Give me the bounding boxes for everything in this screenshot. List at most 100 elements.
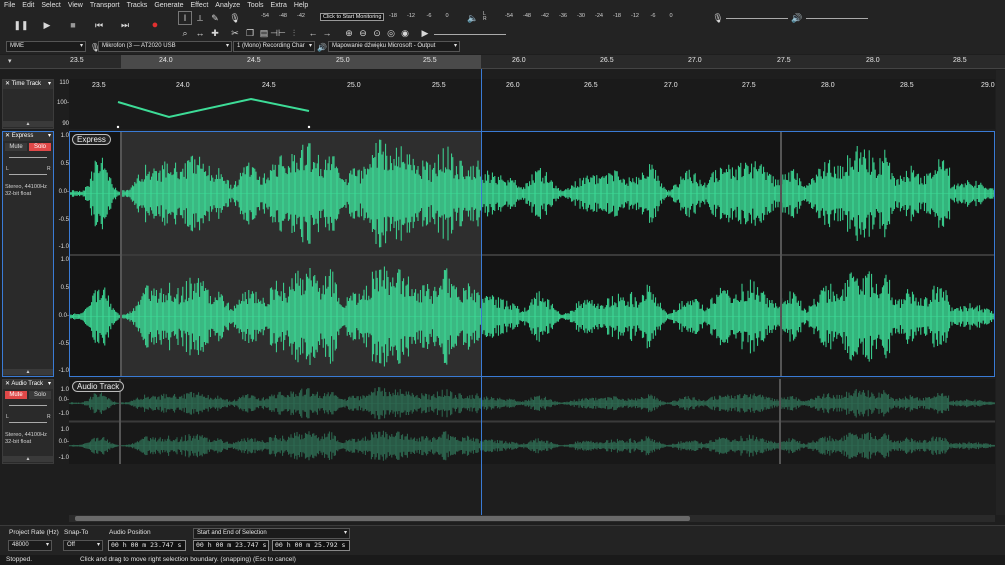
silence-icon[interactable]: ⫶ <box>287 26 301 40</box>
playback-volume-slider[interactable] <box>806 18 868 19</box>
gain-slider[interactable] <box>9 405 47 406</box>
playback-device-select[interactable]: Mapowanie dźwięku Microsoft - Output ▾ <box>328 41 460 52</box>
menu-select[interactable]: Select <box>37 2 63 9</box>
mute-button[interactable]: Mute <box>5 143 27 151</box>
paste-icon[interactable]: ▤ <box>257 26 271 40</box>
menu-effect[interactable]: Effect <box>187 2 212 9</box>
time-track-tick: 25.0 <box>347 82 361 89</box>
track-bitdepth: 32-bit float <box>5 439 32 445</box>
pan-slider[interactable] <box>9 174 47 175</box>
zoom-toggle-icon[interactable]: ◉ <box>398 26 412 40</box>
pin-icon[interactable]: ▾ <box>8 57 12 65</box>
pan-l-label: L <box>6 414 9 420</box>
express-waveform <box>70 132 994 376</box>
menu-help[interactable]: Help <box>290 2 311 9</box>
skip-end-icon[interactable]: ⏭ <box>118 18 132 32</box>
pan-l-label: L <box>6 166 9 172</box>
express-clip-label[interactable]: Express <box>72 134 111 145</box>
express-track-title[interactable]: ✕ Express ▾ <box>3 132 53 141</box>
project-rate-label: Project Rate (Hz) <box>9 529 59 536</box>
collapse-button[interactable]: ▲ <box>3 121 53 127</box>
audio-track-title[interactable]: ✕ Audio Track ▾ <box>3 380 53 389</box>
mixer-speaker-icon[interactable]: 🔊 <box>790 11 804 25</box>
mixer-mic-icon[interactable]: 🎙 <box>711 11 725 25</box>
copy-icon[interactable]: ❐ <box>243 26 257 40</box>
time-track-curve: 23.5 24.0 24.5 25.0 25.5 26.0 26.5 27.0 27.5 28.0… <box>92 82 995 129</box>
menu-file[interactable]: File <box>0 2 18 9</box>
skip-start-icon[interactable]: ⏮ <box>92 18 106 32</box>
collapse-button[interactable]: ▲ <box>3 456 53 462</box>
draw-tool-icon[interactable]: ✎ <box>208 11 222 25</box>
menu-tools[interactable]: Tools <box>243 2 266 9</box>
project-rate-select[interactable]: 48000 ▾ <box>8 540 52 551</box>
menu-view[interactable]: View <box>64 2 86 9</box>
cut-icon[interactable]: ✂ <box>228 26 242 40</box>
audio-track-panel: ✕ Audio Track ▾ Mute Solo L R Stereo, 44… <box>2 379 54 464</box>
play-at-speed-icon[interactable]: ▶ <box>418 26 432 40</box>
start-monitoring-button[interactable]: Click to Start Monitoring <box>320 13 385 21</box>
pause-icon[interactable]: ❚❚ <box>13 18 28 32</box>
selection-tool-icon[interactable]: I <box>178 11 192 25</box>
undo-icon[interactable]: ← <box>306 26 320 40</box>
horizontal-scroll-thumb[interactable] <box>75 516 690 521</box>
audio-host-select[interactable]: MME ▾ <box>6 41 86 52</box>
timeshift-tool-icon[interactable]: ↔ <box>193 26 207 40</box>
audio-waveform <box>69 379 995 464</box>
time-track-title[interactable]: ✕ Time Track ▾ <box>3 80 53 89</box>
audio-clip-label[interactable]: Audio Track <box>72 381 125 392</box>
record-icon[interactable]: ● <box>148 18 162 32</box>
vertical-scrollbar[interactable] <box>996 70 1005 515</box>
selection-mode-select[interactable]: Start and End of Selection ▾ <box>193 528 350 539</box>
toolbar-area: ❚❚ ▶ ■ ⏮ ⏭ ● I ⟂ ✎ 🎙 ⌕ ↔ ✚ ✂ ❐ ▤ ⊣⊢ ⫶ ← … <box>0 10 1005 40</box>
track-format: Stereo, 44100Hz <box>5 184 47 190</box>
multi-tool-icon[interactable]: ✚ <box>208 26 222 40</box>
zoom-tool-icon[interactable]: ⌕ <box>178 26 192 40</box>
zoom-out-icon[interactable]: ⊖ <box>356 26 370 40</box>
trim-icon[interactable]: ⊣⊢ <box>270 26 286 40</box>
mute-button[interactable]: Mute <box>5 391 27 399</box>
menu-extra[interactable]: Extra <box>267 2 290 9</box>
timeline-tick: 28.5 <box>953 57 967 64</box>
play-speed-slider[interactable] <box>434 34 506 35</box>
recording-channels-select[interactable]: 1 (Mono) Recording Char ▾ <box>233 41 315 52</box>
time-track-tick: 24.0 <box>176 82 190 89</box>
envelope-tool-icon[interactable]: ⟂ <box>193 11 207 25</box>
menu-transport[interactable]: Transport <box>86 2 123 9</box>
record-volume-slider[interactable] <box>726 18 788 19</box>
express-track-area[interactable]: Express <box>69 131 995 377</box>
time-track-panel: ✕ Time Track ▾ ▲ <box>2 79 54 129</box>
menu-generate[interactable]: Generate <box>150 2 186 9</box>
redo-icon[interactable]: → <box>320 26 334 40</box>
pan-slider[interactable] <box>9 422 47 423</box>
record-meter-mic-icon[interactable]: 🎙 <box>228 11 242 25</box>
menu-analyze[interactable]: Analyze <box>211 2 243 9</box>
recording-device-select[interactable]: Mikrofon (3 — AT2020 USB ▾ <box>98 41 232 52</box>
time-track-area[interactable]: 23.5 24.0 24.5 25.0 25.5 26.0 26.5 27.0 27.5 28.0… <box>69 79 995 129</box>
audio-position-value[interactable]: 00 h 00 m 23.747 s <box>108 540 186 551</box>
menu-edit[interactable]: Edit <box>18 2 37 9</box>
collapse-button[interactable]: ▲ <box>3 369 53 375</box>
fit-project-icon[interactable]: ◎ <box>384 26 398 40</box>
audio-track-scale: 1.0 0.0- -1.0 1.0 0.0- -1.0 <box>58 387 69 461</box>
timeline-ruler[interactable]: ▾ 23.5 24.0 24.5 25.0 25.5 26.0 26.5 27.0 27.5 28… <box>0 55 1005 69</box>
play-icon[interactable]: ▶ <box>40 18 54 32</box>
solo-button[interactable]: Solo <box>29 391 51 399</box>
snap-to-select[interactable]: Off ▾ <box>63 540 103 551</box>
timeline-tick: 28.0 <box>866 57 880 64</box>
speaker-icon[interactable]: 🔈 <box>466 11 480 25</box>
menu-tracks[interactable]: Tracks <box>123 2 151 9</box>
selection-end-value[interactable]: 00 h 00 m 25.792 s <box>272 540 350 551</box>
solo-button[interactable]: Solo <box>29 143 51 151</box>
timeline-tick: 25.5 <box>423 57 437 64</box>
timeline-tick: 25.0 <box>336 57 350 64</box>
zoom-in-icon[interactable]: ⊕ <box>342 26 356 40</box>
fit-selection-icon[interactable]: ⊙ <box>370 26 384 40</box>
selection-start-value[interactable]: 00 h 00 m 23.747 s <box>193 540 269 551</box>
stop-icon[interactable]: ■ <box>66 18 80 32</box>
audio-track-area[interactable]: Audio Track <box>69 379 995 464</box>
speaker-icon: 🔊 <box>317 42 327 52</box>
express-track-scale: 1.0 0.5 0.0- -0.5 -1.0 1.0 0.5 0.0- -0.5… <box>58 133 69 374</box>
gain-slider[interactable] <box>9 157 47 158</box>
time-track-tick: 26.0 <box>506 82 520 89</box>
horizontal-scrollbar[interactable] <box>69 515 995 522</box>
